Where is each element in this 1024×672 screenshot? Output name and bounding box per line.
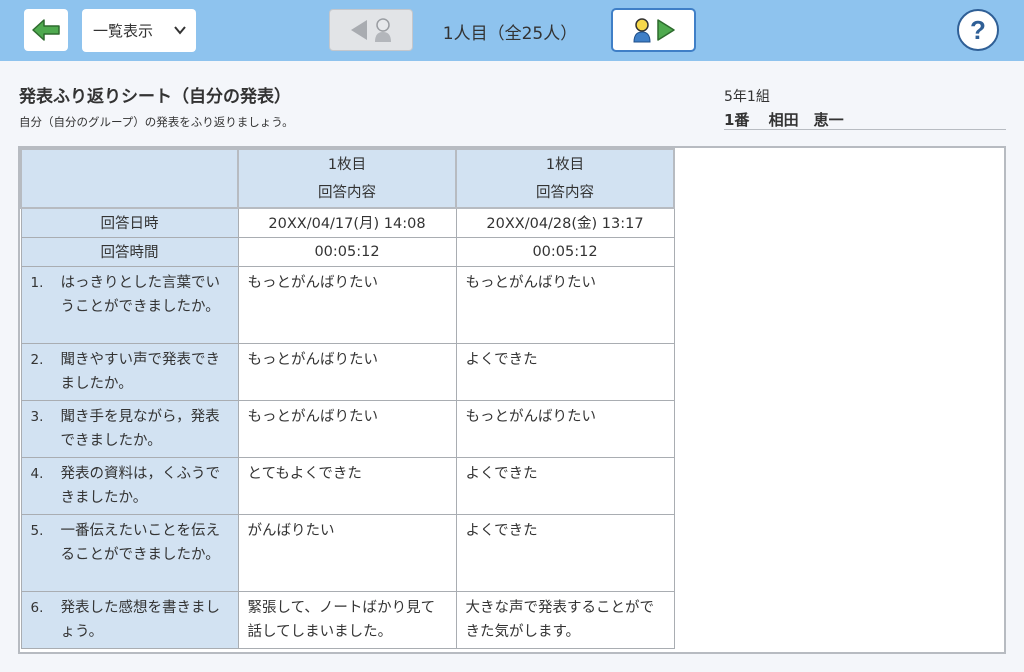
view-mode-select[interactable]: 一覧表示	[82, 9, 196, 52]
answer-cell: もっとがんばりたい	[237, 265, 457, 344]
student-icon	[632, 18, 651, 43]
answer-cell: よくできた	[455, 342, 675, 401]
table-row: 1. はっきりとした言葉でいうことができましたか。 もっとがんばりたい もっとがん…	[20, 265, 675, 344]
table-row: 4. 発表の資料は，くふうできましたか。 とてもよくできた よくできた	[20, 456, 675, 515]
answer-cell: 大きな声で発表することができた気がします。	[455, 590, 675, 649]
question-cell: 5. 一番伝えたいことを伝えることができましたか。	[20, 513, 239, 592]
answer-duration: 00:05:12	[455, 236, 675, 267]
view-mode-label: 一覧表示	[93, 22, 154, 40]
question-number: 2.	[30, 351, 44, 368]
question-text: 発表の資料は，くふうできましたか。	[60, 465, 221, 506]
answer-cell: もっとがんばりたい	[237, 399, 457, 458]
answer-cell: もっとがんばりたい	[237, 342, 457, 401]
column-header: 1枚目 回答内容	[237, 148, 457, 209]
question-number: 5.	[30, 522, 44, 539]
top-toolbar: 一覧表示 1人目（全25人） ?	[0, 0, 1024, 61]
answer-datetime-label: 回答日時	[20, 207, 239, 238]
table-row: 3. 聞き手を見ながら，発表できましたか。 もっとがんばりたい もっとがんばりたい	[20, 399, 675, 458]
back-arrow-icon	[32, 19, 60, 41]
question-text: はっきりとした言葉でいうことができましたか。	[60, 274, 221, 315]
sheet-title: 発表ふり返りシート（自分の発表）	[19, 87, 291, 107]
column-sheet: 1枚目	[327, 156, 367, 173]
triangle-right-icon	[656, 19, 675, 41]
column-label: 回答内容	[536, 184, 594, 201]
answer-cell: よくできた	[455, 513, 675, 592]
question-number: 3.	[30, 408, 44, 425]
help-icon[interactable]: ?	[956, 8, 1000, 52]
question-cell: 4. 発表の資料は，くふうできましたか。	[20, 456, 239, 515]
question-text: 発表した感想を書きましょう。	[60, 599, 221, 640]
table-header-row: 1枚目 回答内容 1枚目 回答内容	[20, 148, 675, 209]
column-header: 1枚目 回答内容	[455, 148, 675, 209]
answer-datetime: 20XX/04/28(金) 13:17	[455, 207, 675, 238]
answer-cell: よくできた	[455, 456, 675, 515]
results-table: 1枚目 回答内容 1枚目 回答内容 回答日時 20XX/04/17(月) 14:…	[20, 148, 675, 649]
answer-cell: とてもよくできた	[237, 456, 457, 515]
chevron-down-icon	[174, 26, 186, 35]
table-row: 5. 一番伝えたいことを伝えることができましたか。 がんばりたい よくできた	[20, 513, 675, 592]
student-icon	[375, 18, 391, 42]
previous-student-button[interactable]	[329, 9, 413, 51]
table-row: 6. 発表した感想を書きましょう。 緊張して、ノートばかり見て話してしまいました。…	[20, 590, 675, 649]
question-number: 1.	[30, 274, 44, 291]
question-text: 一番伝えたいことを伝えることができましたか。	[60, 522, 221, 563]
table-row: 2. 聞きやすい声で発表できましたか。 もっとがんばりたい よくできた	[20, 342, 675, 401]
column-label: 回答内容	[318, 184, 376, 201]
student-info: 1番 相田 恵一	[724, 109, 1006, 130]
sheet-description: 自分（自分のグループ）の発表をふり返りましょう。	[19, 115, 294, 129]
header-corner	[20, 148, 239, 209]
question-cell: 2. 聞きやすい声で発表できましたか。	[20, 342, 239, 401]
question-cell: 1. はっきりとした言葉でいうことができましたか。	[20, 265, 239, 344]
triangle-left-icon	[351, 20, 367, 40]
results-panel: 1枚目 回答内容 1枚目 回答内容 回答日時 20XX/04/17(月) 14:…	[18, 146, 1006, 654]
answer-cell: 緊張して、ノートばかり見て話してしまいました。	[237, 590, 457, 649]
student-name: 相田 恵一	[768, 111, 844, 129]
question-number: 4.	[30, 465, 44, 482]
back-button[interactable]	[24, 9, 68, 51]
question-text: 聞き手を見ながら，発表できましたか。	[60, 408, 220, 449]
column-sheet: 1枚目	[545, 156, 585, 173]
answer-cell: がんばりたい	[237, 513, 457, 592]
answer-cell: もっとがんばりたい	[455, 265, 675, 344]
next-student-button[interactable]	[611, 8, 696, 52]
answer-duration: 00:05:12	[237, 236, 457, 267]
question-text: 聞きやすい声で発表できましたか。	[60, 351, 221, 392]
answer-duration-label: 回答時間	[20, 236, 239, 267]
answer-cell: もっとがんばりたい	[455, 399, 675, 458]
question-cell: 3. 聞き手を見ながら，発表できましたか。	[20, 399, 239, 458]
question-number: 6.	[30, 599, 44, 616]
student-number: 1番	[724, 111, 750, 129]
class-label: 5年1組	[724, 89, 770, 105]
table-row: 回答日時 20XX/04/17(月) 14:08 20XX/04/28(金) 1…	[20, 207, 675, 238]
question-cell: 6. 発表した感想を書きましょう。	[20, 590, 239, 649]
student-counter: 1人目（全25人）	[442, 24, 578, 44]
svg-text:?: ?	[970, 15, 986, 45]
table-row: 回答時間 00:05:12 00:05:12	[20, 236, 675, 267]
answer-datetime: 20XX/04/17(月) 14:08	[237, 207, 457, 238]
